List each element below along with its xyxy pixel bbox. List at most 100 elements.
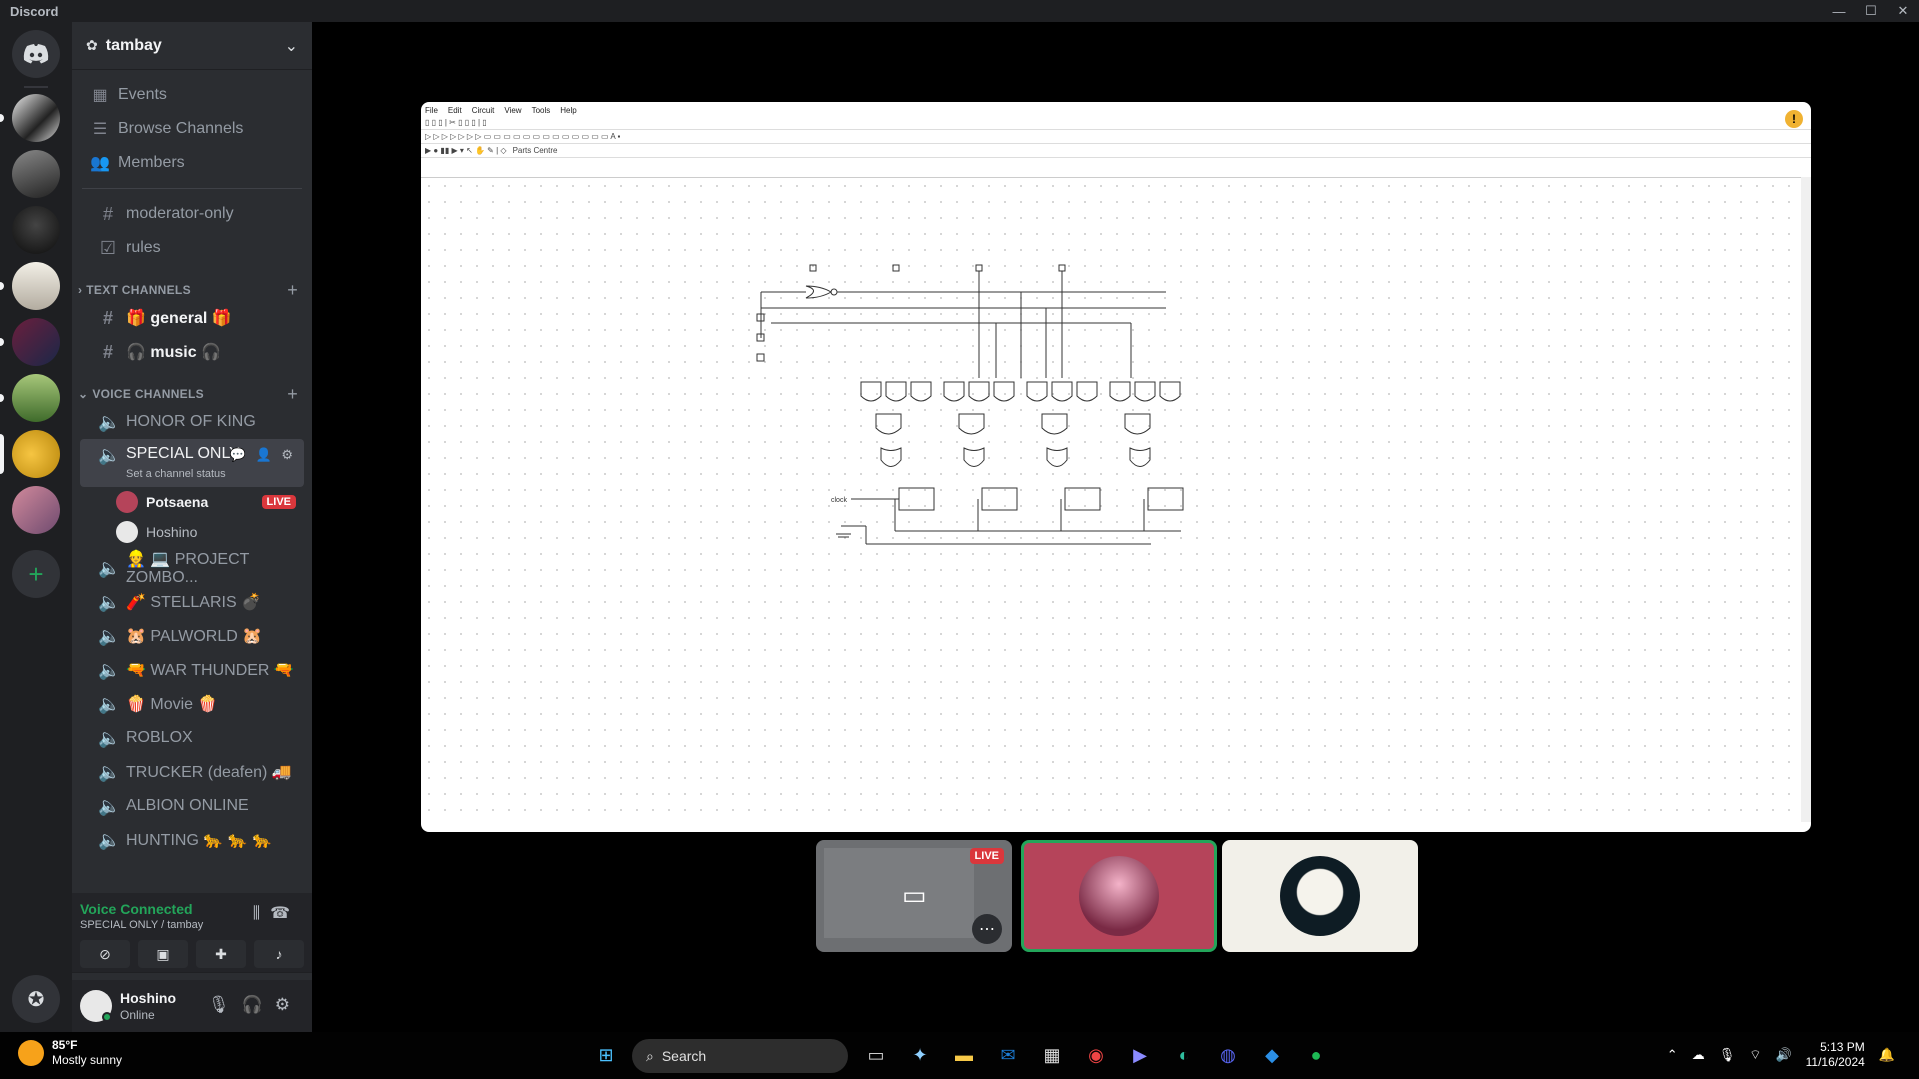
server-icon[interactable] <box>12 206 60 254</box>
user-name[interactable]: Hoshino <box>120 990 176 1006</box>
speaker-icon: 🔈 <box>98 445 121 465</box>
server-icon[interactable] <box>12 150 60 198</box>
windows-taskbar: 85°F Mostly sunny ⊞ ⌕ Search ▭ ✦ ▬ ✉ ▦ ◉… <box>0 1032 1919 1079</box>
channel-label: ALBION ONLINE <box>126 797 249 814</box>
pinned-apps: ▭ ✦ ▬ ✉ ▦ ◉ ▶ ◐ ◍ ◆ ● <box>862 1040 1330 1070</box>
voice-connected-label[interactable]: Voice Connected <box>80 901 193 917</box>
copilot-icon[interactable]: ✦ <box>906 1040 934 1070</box>
taskbar-search[interactable]: ⌕ Search <box>632 1039 848 1073</box>
add-server-button[interactable]: + <box>12 550 60 598</box>
voice-channel[interactable]: 🔈 TRUCKER (deafen) 🚚 <box>80 755 304 789</box>
vscode-icon[interactable]: ◆ <box>1258 1040 1286 1070</box>
avatar <box>1280 856 1360 936</box>
channel-status[interactable]: Set a channel status <box>126 468 226 480</box>
server-icon[interactable] <box>12 486 60 534</box>
add-channel-icon[interactable]: + <box>287 384 298 405</box>
voice-channel[interactable]: 🔈 HUNTING 🐆 🐆 🐆 <box>80 823 304 857</box>
window-titlebar: Discord — ☐ ✕ <box>0 0 1919 22</box>
maximize-icon[interactable]: ☐ <box>1855 0 1887 22</box>
volume-icon[interactable]: 🔊 <box>1775 1047 1791 1063</box>
vertical-scrollbar[interactable] <box>1801 177 1811 822</box>
noise-suppression-icon[interactable]: ⫼ <box>253 905 270 922</box>
channel-actions[interactable]: 💬 👤 ⚙ <box>230 447 296 463</box>
screen-share-button[interactable]: ▣ <box>138 940 188 968</box>
wifi-icon[interactable]: ⌔ <box>1749 1047 1761 1063</box>
speaker-icon: 🔈 <box>98 591 121 612</box>
task-view-icon[interactable]: ▭ <box>862 1040 890 1070</box>
close-icon[interactable]: ✕ <box>1887 0 1919 22</box>
voice-channel[interactable]: 🔈 🍿 Movie 🍿 <box>80 687 304 721</box>
file-explorer-icon[interactable]: ▬ <box>950 1040 978 1070</box>
store-icon[interactable]: ▦ <box>1038 1040 1066 1070</box>
headphones-icon[interactable]: 🎧 <box>242 995 275 1014</box>
server-icon[interactable] <box>12 318 60 366</box>
voice-channel-special-only[interactable]: 🔈 SPECIAL ONLY Set a channel status 💬 👤 … <box>80 439 304 487</box>
microphone-icon[interactable]: 🎙 <box>1719 1047 1736 1063</box>
voice-user[interactable]: Hoshino <box>72 517 312 547</box>
soundboard-button[interactable]: ♪ <box>254 940 304 968</box>
disconnect-icon[interactable]: ☎ <box>270 905 300 922</box>
voice-channel[interactable]: 🔈 ALBION ONLINE <box>80 789 304 823</box>
voice-channel[interactable]: 🔈 👷 💻 PROJECT ZOMBO... <box>80 551 304 586</box>
server-icon[interactable] <box>12 94 60 142</box>
voice-channel-path[interactable]: SPECIAL ONLY / tambay <box>80 919 203 931</box>
screen-share-stream[interactable]: File Edit Circuit View Tools Help ▯ ▯ ▯ … <box>421 102 1811 832</box>
voice-user[interactable]: Potsaena LIVE <box>72 487 312 517</box>
clock-time: 5:13 PM <box>1820 1040 1865 1054</box>
channel-rules[interactable]: ☑ rules <box>80 231 304 265</box>
server-icon[interactable] <box>12 430 60 478</box>
guild-header[interactable]: ✿ tambay ⌄ <box>72 22 312 70</box>
voice-channel[interactable]: 🔈 🔫 WAR THUNDER 🔫 <box>80 653 304 687</box>
notification-bell-icon[interactable]: 🔔 <box>1879 1047 1895 1063</box>
channel-general[interactable]: # 🎁 general 🎁 <box>80 301 304 335</box>
channel-moderator-only[interactable]: # moderator-only <box>80 197 304 231</box>
discord-home-button[interactable] <box>12 30 60 78</box>
cloud-icon[interactable]: ☁ <box>1692 1047 1705 1063</box>
app-toolbar: ▯ ▯ ▯ | ✂ ▯ ▯ ▯ | ▯ <box>421 116 1811 130</box>
channel-label: moderator-only <box>126 205 234 222</box>
server-list: + <box>0 22 72 1032</box>
temperature: 85°F <box>52 1038 78 1052</box>
windows-start-icon[interactable]: ⊞ <box>592 1040 620 1070</box>
nav-members[interactable]: 👥 Members <box>72 146 312 180</box>
media-player-icon[interactable]: ▶ <box>1126 1040 1154 1070</box>
camera-off-button[interactable]: ⊘ <box>80 940 130 968</box>
category-voice-channels[interactable]: ⌄ VOICE CHANNELS + <box>72 383 312 405</box>
voice-channel[interactable]: 🔈 🐹 PALWORLD 🐹 <box>80 619 304 653</box>
more-options-icon[interactable]: ⋯ <box>972 914 1002 944</box>
discover-button[interactable]: ✪ <box>12 975 60 1023</box>
activities-button[interactable]: ✚ <box>196 940 246 968</box>
calendar-icon: ▦ <box>92 87 108 104</box>
chevron-up-icon[interactable]: ⌃ <box>1667 1047 1678 1063</box>
minimize-icon[interactable]: — <box>1823 0 1855 22</box>
category-text-channels[interactable]: › TEXT CHANNELS + <box>72 279 312 301</box>
channel-sidebar: ✿ tambay ⌄ ▦ Events ☰ Browse Channels 👥 Mem… <box>72 22 312 1032</box>
channel-music[interactable]: # 🎧 music 🎧 <box>80 335 304 369</box>
voice-channel[interactable]: 🔈 🧨 STELLARIS 💣 <box>80 585 304 619</box>
clock-label: clock <box>831 497 847 504</box>
server-icon[interactable] <box>12 374 60 422</box>
discord-icon[interactable]: ◍ <box>1214 1040 1242 1070</box>
add-channel-icon[interactable]: + <box>287 280 298 301</box>
nav-events[interactable]: ▦ Events <box>72 78 312 112</box>
participant-tile[interactable] <box>1021 840 1217 952</box>
edge-icon[interactable]: ◐ <box>1170 1040 1198 1070</box>
channel-label: 🎁 general 🎁 <box>126 310 232 327</box>
nav-browse-channels[interactable]: ☰ Browse Channels <box>72 112 312 146</box>
system-tray: ⌃ ☁ 🎙 ⌔ 🔊 5:13 PM 11/16/2024 🔔 <box>1667 1040 1895 1070</box>
weather-widget[interactable]: 85°F Mostly sunny <box>18 1038 122 1068</box>
voice-channel[interactable]: 🔈 ROBLOX <box>80 721 304 755</box>
channel-label: 🧨 STELLARIS 💣 <box>126 594 261 611</box>
system-clock[interactable]: 5:13 PM 11/16/2024 <box>1806 1040 1865 1070</box>
settings-gear-icon[interactable]: ⚙ <box>275 995 302 1014</box>
microphone-icon[interactable]: 🎙 <box>208 995 242 1014</box>
chrome-icon[interactable]: ◉ <box>1082 1040 1110 1070</box>
stream-tile[interactable]: ▭ LIVE ⋯ <box>816 840 1012 952</box>
spotify-icon[interactable]: ● <box>1302 1040 1330 1070</box>
participant-tile[interactable] <box>1222 840 1418 952</box>
warning-icon[interactable]: ! <box>1785 110 1803 128</box>
server-icon[interactable] <box>12 262 60 310</box>
outlook-icon[interactable]: ✉ <box>994 1040 1022 1070</box>
voice-channel-honor-of-king[interactable]: 🔈 HONOR OF KING <box>80 405 304 439</box>
channel-label: TRUCKER (deafen) 🚚 <box>126 764 292 781</box>
